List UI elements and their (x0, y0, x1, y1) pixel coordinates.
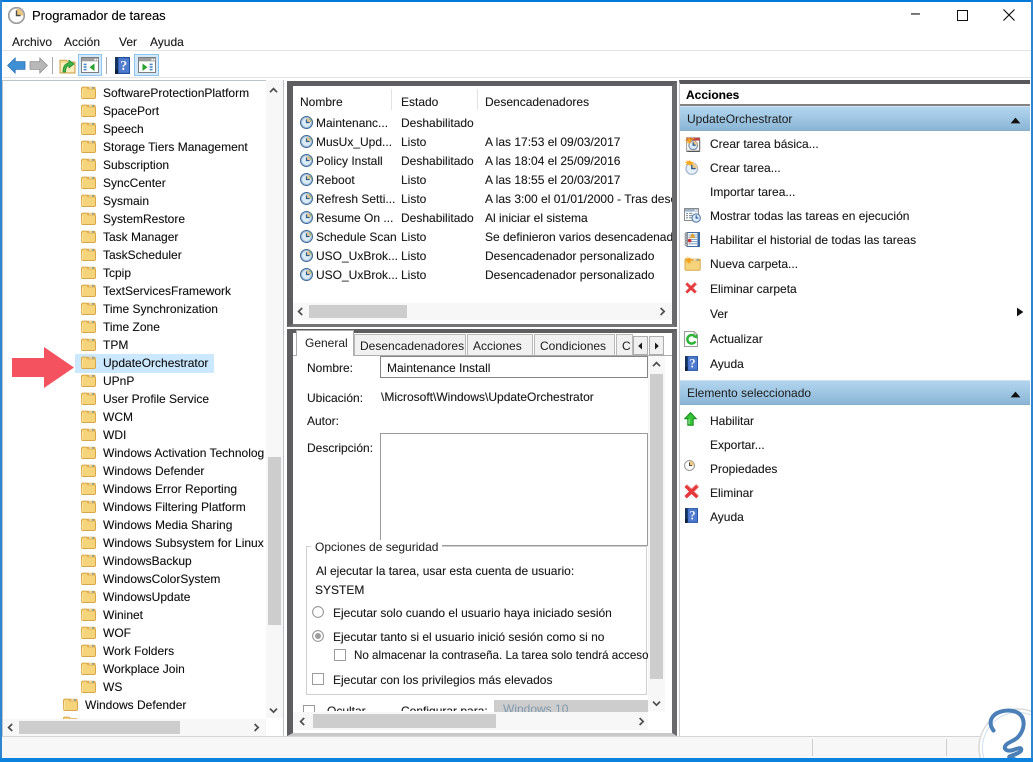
svg-text:?: ? (120, 59, 127, 74)
svg-text:?: ? (690, 357, 696, 371)
svg-text:?: ? (690, 509, 696, 523)
